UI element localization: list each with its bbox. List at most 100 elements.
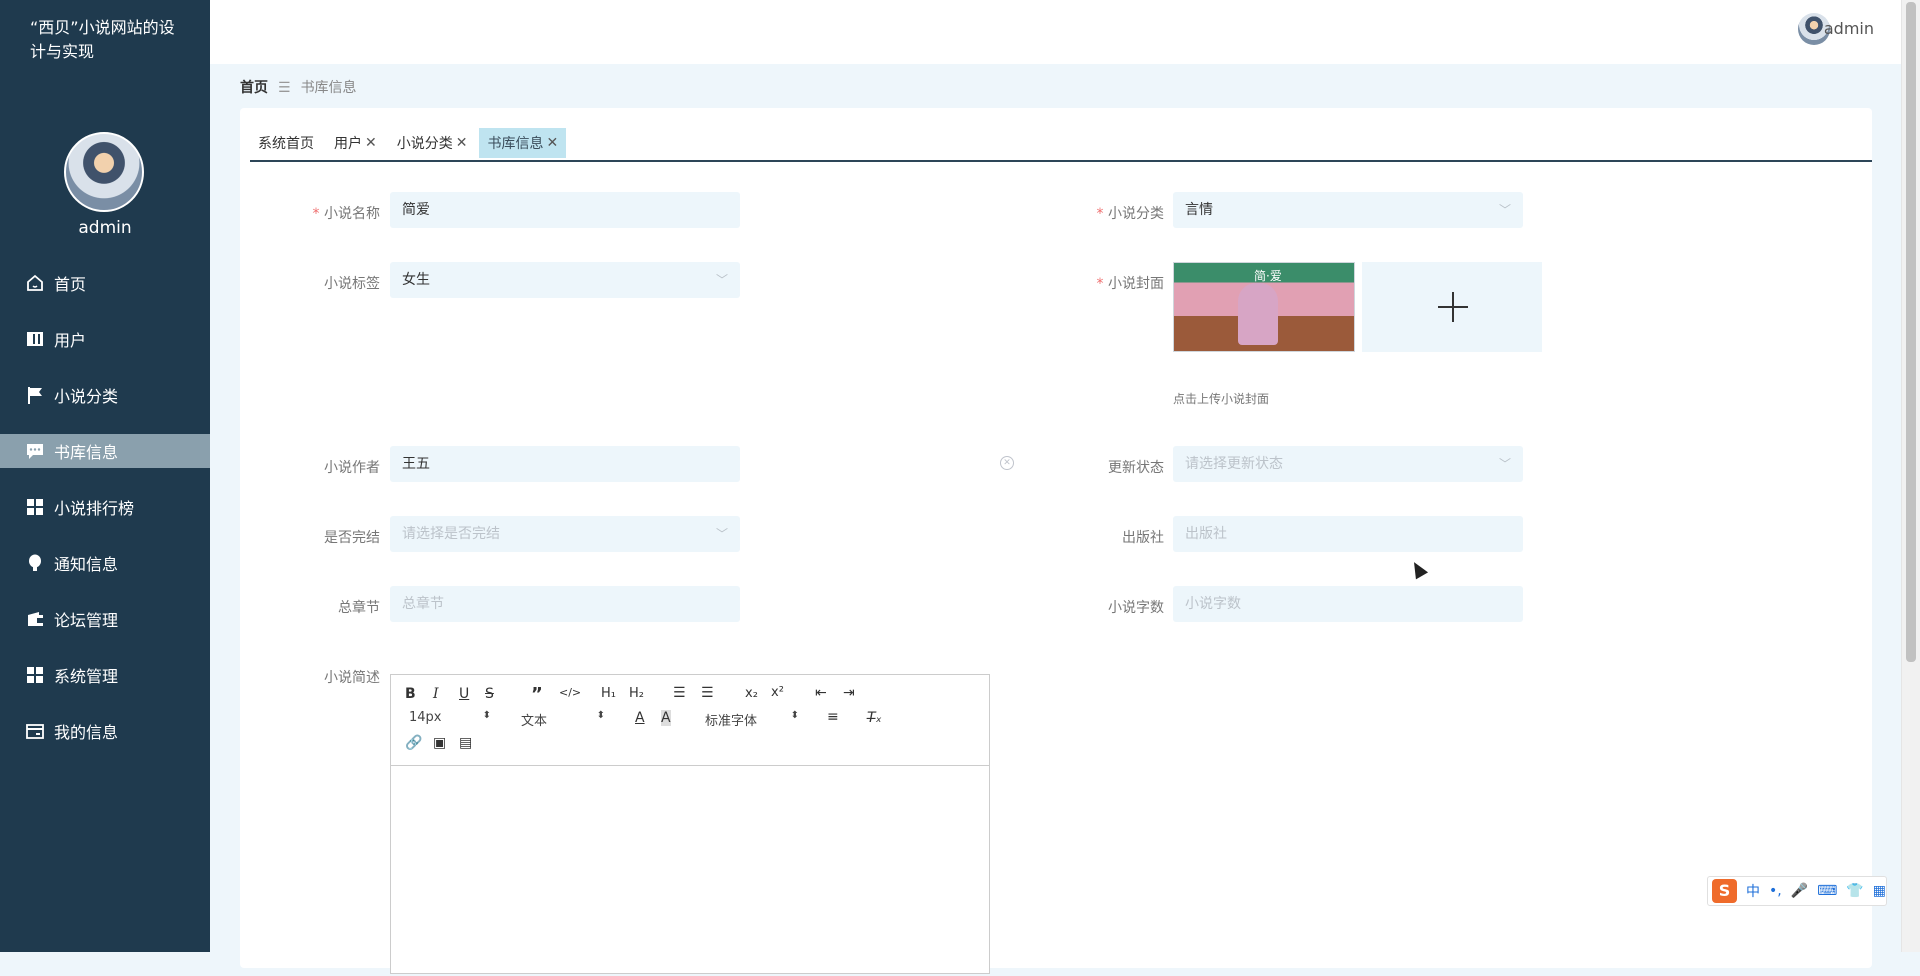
novel-tag-select[interactable]: 女生 ﹀ xyxy=(390,262,740,298)
link-icon[interactable]: 🔗 xyxy=(405,735,422,751)
toolbox-icon[interactable]: ▦ xyxy=(1873,883,1886,899)
novel-name-input[interactable]: 简爱 xyxy=(390,192,740,228)
sidebar-menu: 首页 用户 小说分类 书库信息 小说排行榜 通知信息 论坛管理 系统管理 我的信… xyxy=(0,266,210,770)
page-scrollbar[interactable] xyxy=(1901,0,1920,952)
sidebar: “西贝”小说网站的设计与实现 admin 首页 用户 小说分类 书库信息 小说排… xyxy=(0,0,210,952)
sidebar-item-ranking[interactable]: 小说排行榜 xyxy=(0,490,210,524)
top-username[interactable]: admin xyxy=(1824,19,1874,38)
update-status-select[interactable]: 请选择更新状态 ﹀ xyxy=(1173,446,1523,482)
word-count-label: 小说字数 xyxy=(1108,600,1164,616)
sidebar-item-home[interactable]: 首页 xyxy=(0,266,210,300)
scrollbar-thumb[interactable] xyxy=(1906,2,1916,662)
sidebar-item-categories[interactable]: 小说分类 xyxy=(0,378,210,412)
word-count-input[interactable]: 小说字数 xyxy=(1173,586,1523,622)
sidebar-item-label: 用户 xyxy=(54,331,87,350)
breadcrumb-current: 书库信息 xyxy=(300,80,357,96)
sidebar-item-label: 小说排行榜 xyxy=(54,499,135,518)
paragraph-value: 文本 xyxy=(521,714,548,729)
top-bar: admin xyxy=(210,0,1902,64)
summary-editor: B I U S ” </> H₁ H₂ ☰ ☰ x₂ x² ⇤ ⇥ 14px ⬍ … xyxy=(390,674,990,974)
tab-categories[interactable]: 小说分类 ✕ xyxy=(389,128,476,158)
font-family-select[interactable]: 标准字体 ⬍ xyxy=(705,710,799,729)
editor-content-area[interactable] xyxy=(391,766,989,976)
strikethrough-icon[interactable]: S xyxy=(485,686,494,702)
sidebar-item-label: 系统管理 xyxy=(54,667,119,686)
italic-icon[interactable]: I xyxy=(433,686,439,702)
cover-upload-button[interactable] xyxy=(1362,262,1542,352)
bold-icon[interactable]: B xyxy=(405,686,416,702)
flag-icon xyxy=(24,384,46,406)
ime-mode[interactable]: 中 xyxy=(1746,881,1760,901)
novel-cover-label: 小说封面 xyxy=(1024,273,1164,293)
update-status-label: 更新状态 xyxy=(1108,460,1164,476)
cover-title: 简·爱 xyxy=(1254,269,1282,283)
breadcrumb-home[interactable]: 首页 xyxy=(240,80,268,96)
clear-format-icon[interactable]: T̶ₓ xyxy=(867,710,882,726)
align-icon[interactable]: ≡ xyxy=(827,709,839,725)
video-icon[interactable]: ▤ xyxy=(459,735,472,751)
punctuation-icon[interactable]: •, xyxy=(1769,883,1782,899)
sidebar-item-label: 我的信息 xyxy=(54,723,119,742)
chapters-input[interactable]: 总章节 xyxy=(390,586,740,622)
sogou-logo-icon[interactable]: S xyxy=(1712,879,1737,903)
sidebar-item-forum[interactable]: 论坛管理 xyxy=(0,602,210,636)
blockquote-icon[interactable]: ” xyxy=(531,684,543,705)
background-color-icon[interactable]: A xyxy=(661,710,671,726)
tab-bar: 系统首页 用户 ✕ 小说分类 ✕ 书库信息 ✕ xyxy=(250,128,1872,162)
finished-label: 是否完结 xyxy=(324,530,380,546)
bullet-list-icon[interactable]: ☰ xyxy=(701,685,714,701)
sidebar-username: admin xyxy=(78,218,132,238)
indent-icon[interactable]: ⇥ xyxy=(843,685,855,701)
finished-select[interactable]: 请选择是否完结 ﹀ xyxy=(390,516,740,552)
ordered-list-icon[interactable]: ☰ xyxy=(673,685,686,701)
wallet-icon xyxy=(24,608,46,630)
tab-label: 小说分类 xyxy=(396,136,453,152)
font-size-select[interactable]: 14px ⬍ xyxy=(409,710,491,725)
paragraph-select[interactable]: 文本 ⬍ xyxy=(521,710,605,729)
tab-library[interactable]: 书库信息 ✕ xyxy=(479,128,567,158)
image-icon[interactable]: ▣ xyxy=(433,735,446,751)
cover-thumbnail[interactable]: 简·爱 xyxy=(1173,262,1355,352)
breadcrumb: 首页 ☰ 书库信息 xyxy=(240,77,357,97)
sidebar-item-label: 小说分类 xyxy=(54,387,119,406)
close-icon[interactable]: ✕ xyxy=(546,135,558,151)
heading2-icon[interactable]: H₂ xyxy=(629,686,644,701)
sidebar-item-notices[interactable]: 通知信息 xyxy=(0,546,210,580)
card-icon xyxy=(24,720,46,742)
close-icon[interactable]: ✕ xyxy=(365,135,377,151)
keyboard-icon[interactable]: ⌨ xyxy=(1817,883,1837,899)
outdent-icon[interactable]: ⇤ xyxy=(815,685,827,701)
publisher-input[interactable]: 出版社 xyxy=(1173,516,1523,552)
heading1-icon[interactable]: H₁ xyxy=(601,686,616,701)
font-color-icon[interactable]: A xyxy=(635,710,645,726)
superscript-icon[interactable]: x² xyxy=(771,685,784,700)
updown-icon: ⬍ xyxy=(482,710,491,721)
tab-label: 系统首页 xyxy=(258,136,314,152)
publisher-label: 出版社 xyxy=(1122,530,1164,546)
sidebar-item-profile[interactable]: 我的信息 xyxy=(0,714,210,748)
sidebar-item-users[interactable]: 用户 xyxy=(0,322,210,356)
close-icon[interactable]: ✕ xyxy=(456,135,468,151)
site-title: “西贝”小说网站的设计与实现 xyxy=(30,18,175,61)
editor-toolbar: B I U S ” </> H₁ H₂ ☰ ☰ x₂ x² ⇤ ⇥ 14px ⬍ … xyxy=(391,675,989,766)
microphone-icon[interactable]: 🎤 xyxy=(1791,883,1808,899)
underline-icon[interactable]: U xyxy=(459,686,469,702)
novel-author-label: 小说作者 xyxy=(324,460,380,476)
sidebar-item-library[interactable]: 书库信息 xyxy=(0,434,210,468)
breadcrumb-separator-icon: ☰ xyxy=(278,80,291,96)
novel-category-select[interactable]: 言情 ﹀ xyxy=(1173,192,1523,228)
sidebar-item-system[interactable]: 系统管理 xyxy=(0,658,210,692)
subscript-icon[interactable]: x₂ xyxy=(745,686,758,701)
cover-figure xyxy=(1238,283,1278,345)
summary-label: 小说简述 xyxy=(324,670,380,686)
skin-icon[interactable]: 👕 xyxy=(1846,883,1863,899)
avatar[interactable] xyxy=(64,132,144,212)
tab-label: 用户 xyxy=(334,136,362,152)
novel-author-input[interactable]: 王五 xyxy=(390,446,740,482)
code-icon[interactable]: </> xyxy=(559,686,581,699)
clear-icon[interactable]: ✕ xyxy=(1000,456,1014,470)
tab-users[interactable]: 用户 ✕ xyxy=(326,128,385,158)
bulb-icon xyxy=(24,552,46,574)
tab-dashboard[interactable]: 系统首页 xyxy=(250,128,322,158)
chat-icon xyxy=(24,440,46,462)
